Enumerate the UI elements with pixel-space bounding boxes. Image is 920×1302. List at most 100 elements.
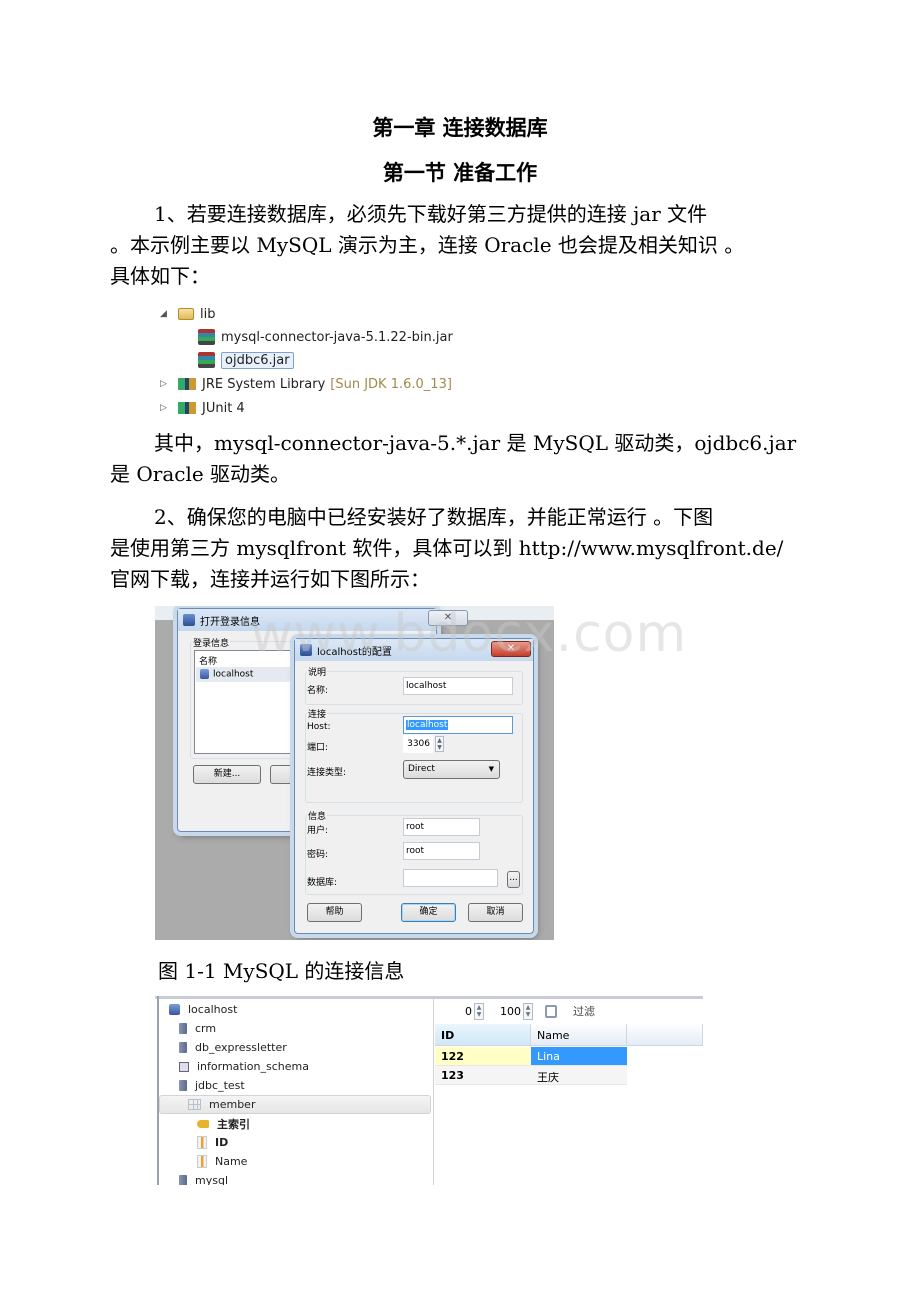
limit-stepper[interactable]: 100 ▲ ▼ (500, 1000, 533, 1022)
nav-item-column[interactable]: Name (197, 1152, 247, 1171)
database-icon (179, 1175, 187, 1185)
collapsed-triangle-icon[interactable]: ▷ (160, 379, 170, 389)
key-icon (197, 1119, 209, 1128)
column-icon (197, 1136, 207, 1149)
connection-entry-label: localhost (213, 669, 254, 680)
collapsed-triangle-icon[interactable]: ▷ (160, 403, 170, 413)
ok-button[interactable]: 确定 (401, 903, 456, 922)
nav-item-host[interactable]: localhost (169, 1000, 237, 1019)
section-title: 第一节 准备工作 (382, 161, 538, 185)
grid-cell-name-selected[interactable]: Lina (531, 1047, 627, 1066)
dropdown-arrow-icon: ▼ (488, 765, 494, 773)
nav-item-database[interactable]: mysql (179, 1171, 228, 1185)
paragraph-2: 其中，mysql-connector-java-5.*.jar 是 MySQL … (110, 428, 810, 490)
nav-item-database[interactable]: db_expressletter (179, 1038, 287, 1057)
name-label: 名称: (307, 686, 329, 696)
nav-item-label: localhost (188, 1003, 238, 1016)
jar-archive-icon (198, 329, 215, 345)
column-header-name[interactable]: 名称 (199, 654, 217, 667)
mysqlfront-screenshot: localhost crm db_expressletter informati… (155, 996, 703, 1185)
nav-item-label: information_schema (197, 1060, 309, 1073)
filter-input[interactable]: 过滤 (573, 1000, 595, 1022)
dialog-titlebar: 打开登录信息 (178, 609, 436, 631)
server-icon (200, 669, 209, 679)
user-input[interactable]: root (403, 818, 480, 836)
tree-item-jar-selected[interactable]: ojdbc6.jar (198, 349, 294, 371)
server-icon (169, 1004, 180, 1015)
tree-item-label: mysql-connector-java-5.1.22-bin.jar (221, 329, 453, 345)
tree-item-label: JUnit 4 (202, 400, 245, 416)
paragraph-line: 具体如下： (110, 264, 210, 288)
figure-caption: 图 1-1 MySQL 的连接信息 (158, 959, 405, 983)
group-label: 说明 (307, 665, 328, 678)
jar-archive-icon (198, 352, 215, 368)
chapter-title: 第一章 连接数据库 (372, 116, 548, 140)
nav-item-label: mysql (195, 1174, 228, 1185)
folder-icon (178, 308, 194, 320)
offset-spinner[interactable]: ▲ ▼ (474, 1002, 484, 1020)
host-input[interactable]: localhost (403, 716, 513, 734)
connection-dialog-screenshot: 打开登录信息 ✕ 登录信息 名称 localhost 新建... localho… (155, 606, 554, 940)
nav-item-index[interactable]: 主索引 (197, 1114, 250, 1133)
close-button[interactable]: ✕ (491, 641, 531, 657)
offset-value: 0 (465, 1004, 472, 1018)
nav-item-label: ID (215, 1136, 229, 1149)
group-label: 信息 (307, 809, 328, 822)
grid-cell-id[interactable]: 122 (435, 1047, 531, 1066)
nav-item-column[interactable]: ID (197, 1133, 228, 1152)
tree-item-lib[interactable]: ◢ lib (160, 303, 215, 325)
database-input[interactable] (403, 869, 498, 887)
nav-item-database[interactable]: crm (179, 1019, 216, 1038)
port-input[interactable]: 3306 (403, 735, 433, 753)
connection-type-select[interactable]: Direct ▼ (403, 760, 500, 779)
close-button[interactable]: ✕ (428, 610, 468, 626)
nav-item-label: jdbc_test (195, 1079, 245, 1092)
connection-type-value: Direct (408, 764, 435, 774)
grid-header-label: Name (537, 1029, 570, 1042)
nav-item-label: crm (195, 1022, 217, 1035)
tree-item-jar[interactable]: mysql-connector-java-5.1.22-bin.jar (198, 326, 453, 348)
tree-item-label: JRE System Library (202, 376, 326, 392)
database-icon (179, 1042, 187, 1053)
database-label: 数据库: (307, 878, 338, 888)
pane-divider[interactable] (433, 999, 434, 1185)
paragraph-line: 是 Oracle 驱动类。 (110, 462, 291, 486)
offset-stepper[interactable]: 0 ▲ ▼ (465, 1000, 484, 1022)
refresh-icon[interactable] (545, 1000, 557, 1022)
paragraph-line: 其中，mysql-connector-java-5.*.jar 是 MySQL … (154, 431, 797, 455)
paragraph-line: 官网下载，连接并运行如下图所示： (110, 567, 430, 591)
limit-value: 100 (500, 1004, 521, 1018)
grid-cell-id[interactable]: 123 (435, 1066, 531, 1085)
dialog-title: 打开登录信息 (200, 616, 260, 628)
grid-header-label: ID (441, 1029, 455, 1042)
name-input[interactable]: localhost (403, 677, 513, 695)
limit-spinner[interactable]: ▲ ▼ (523, 1002, 533, 1020)
port-spinner[interactable]: ▲ ▼ (435, 736, 444, 752)
nav-item-label: Name (215, 1155, 248, 1168)
nav-item-database[interactable]: jdbc_test (179, 1076, 245, 1095)
nav-item-table-selected[interactable]: member (159, 1095, 431, 1114)
grid-header-empty (627, 1024, 703, 1046)
host-input-selected-text: localhost (406, 720, 449, 730)
window-border (157, 996, 159, 1185)
new-connection-button[interactable]: 新建... (193, 765, 261, 784)
nav-item-label: db_expressletter (195, 1041, 287, 1054)
tree-item-label: lib (200, 306, 216, 322)
info-schema-icon (179, 1061, 189, 1072)
tree-item-junit[interactable]: ▷ JUnit 4 (160, 397, 245, 419)
nav-item-label: member (209, 1098, 256, 1111)
tree-item-jre[interactable]: ▷ JRE System Library [Sun JDK 1.6.0_13] (160, 373, 452, 395)
browse-database-button[interactable]: ... (507, 871, 520, 888)
group-label: 连接 (307, 707, 328, 720)
password-input[interactable]: root (403, 842, 480, 860)
grid-cell-name[interactable]: 王庆 (531, 1066, 627, 1085)
help-button[interactable]: 帮助 (307, 903, 362, 922)
expanded-triangle-icon[interactable]: ◢ (160, 309, 170, 319)
grid-header-id[interactable]: ID (435, 1024, 531, 1046)
column-icon (197, 1155, 207, 1168)
nav-item-database[interactable]: information_schema (179, 1057, 309, 1076)
cancel-button[interactable]: 取消 (468, 903, 523, 922)
server-icon (300, 644, 312, 656)
grid-header-name[interactable]: Name (531, 1024, 627, 1046)
nav-item-label: 主索引 (217, 1117, 250, 1131)
